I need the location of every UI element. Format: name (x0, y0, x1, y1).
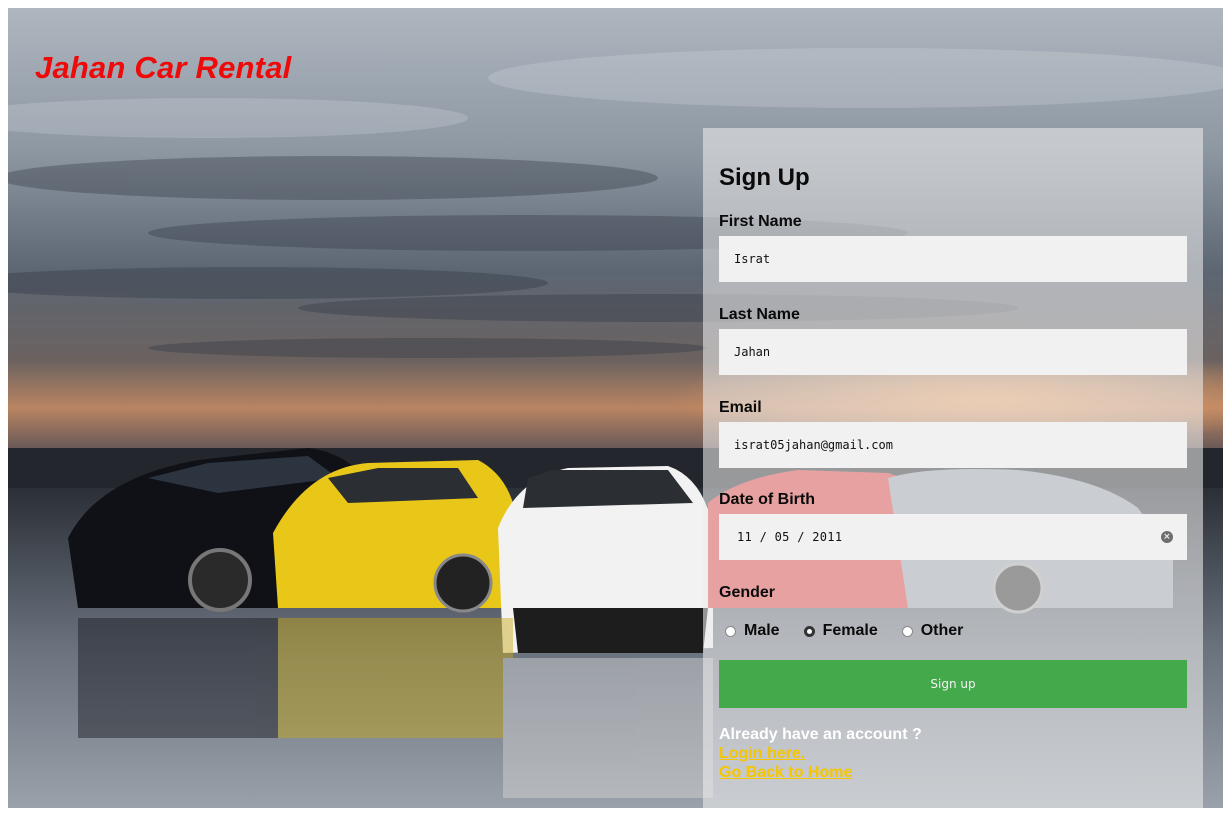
first-name-input[interactable]: Israt (719, 236, 1187, 282)
login-link[interactable]: Login here. (719, 745, 805, 763)
gender-radio-group: Male Female Other (725, 622, 987, 640)
gender-option-label: Male (744, 622, 780, 639)
dob-value: 11 / 05 / 2011 (737, 530, 843, 544)
gender-label: Gender (719, 584, 776, 601)
last-name-label: Last Name (719, 306, 800, 323)
first-name-label: First Name (719, 213, 802, 230)
gender-option-female[interactable]: Female (803, 622, 878, 640)
dob-input[interactable]: 11 / 05 / 2011 × (719, 514, 1187, 560)
brand-title: Jahan Car Rental (35, 50, 292, 85)
radio-female[interactable] (803, 625, 815, 637)
gender-option-male[interactable]: Male (725, 622, 780, 640)
form-heading: Sign Up (719, 164, 810, 191)
gender-option-label: Female (822, 622, 878, 639)
clear-icon[interactable]: × (1161, 531, 1173, 543)
signup-button[interactable]: Sign up (719, 660, 1187, 708)
last-name-input[interactable]: Jahan (719, 329, 1187, 375)
home-link[interactable]: Go Back to Home (719, 764, 852, 782)
page-frame: Jahan Car Rental Sign Up First Name Isra… (8, 8, 1223, 808)
email-label: Email (719, 399, 762, 416)
signup-panel: Sign Up First Name Israt Last Name Jahan… (703, 128, 1203, 808)
email-input[interactable]: israt05jahan@gmail.com (719, 422, 1187, 468)
gender-option-label: Other (920, 622, 964, 639)
radio-other[interactable] (901, 625, 913, 637)
radio-male[interactable] (725, 625, 736, 637)
gender-option-other[interactable]: Other (901, 622, 964, 640)
already-account-text: Already have an account ? (719, 726, 922, 743)
dob-label: Date of Birth (719, 491, 815, 508)
